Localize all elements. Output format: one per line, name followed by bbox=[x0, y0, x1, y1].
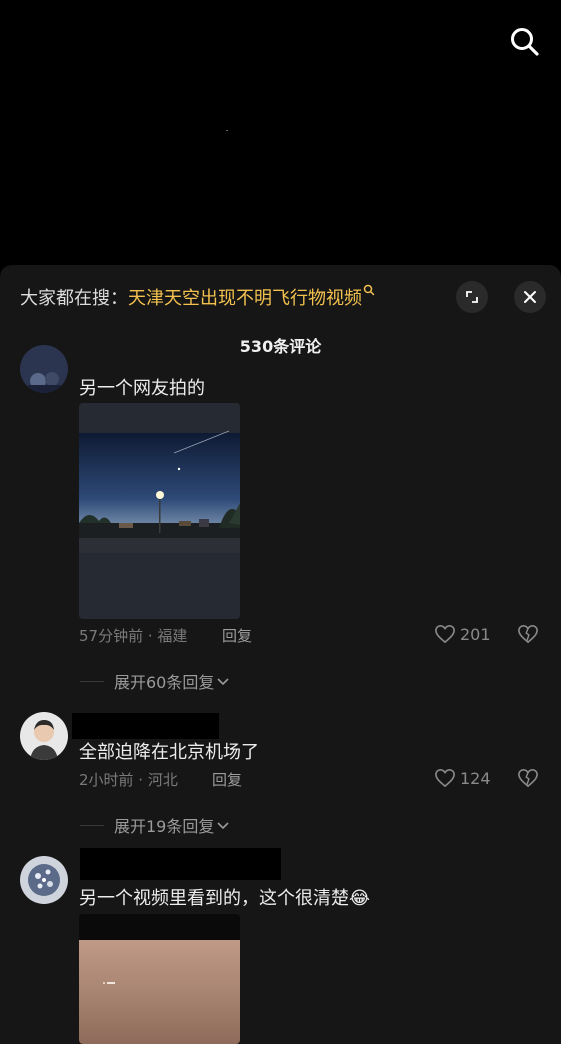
hot-search-keyword[interactable]: 天津天空出现不明飞行物视频 bbox=[128, 288, 362, 309]
avatar[interactable] bbox=[20, 856, 68, 904]
search-icon bbox=[511, 28, 539, 56]
like-count: 124 bbox=[460, 768, 491, 788]
username-redacted bbox=[72, 713, 219, 739]
expand-replies-label: 展开19条回复 bbox=[114, 817, 215, 836]
video-speck bbox=[226, 130, 228, 131]
avatar[interactable] bbox=[20, 345, 68, 393]
like-button[interactable]: 201 bbox=[434, 624, 491, 644]
chevron-down-icon bbox=[217, 822, 229, 830]
dislike-button[interactable] bbox=[517, 768, 539, 792]
heart-icon bbox=[435, 624, 455, 644]
hot-search-bar[interactable]: 大家都在搜：天津天空出现不明飞行物视频 bbox=[20, 284, 375, 310]
divider-line bbox=[80, 680, 104, 682]
username-redacted bbox=[80, 848, 281, 880]
chevron-down-icon bbox=[217, 678, 229, 686]
expand-icon bbox=[466, 291, 478, 303]
comment-text: 另一个网友拍的 bbox=[79, 378, 205, 399]
expand-sheet-button[interactable] bbox=[456, 281, 488, 313]
video-player[interactable] bbox=[0, 0, 561, 268]
comment-text: 另一个视频里看到的，这个很清楚😂 bbox=[79, 888, 371, 909]
heart-icon bbox=[435, 768, 455, 788]
dislike-button[interactable] bbox=[517, 624, 539, 648]
laughing-emoji: 😂 bbox=[349, 888, 371, 909]
small-search-icon bbox=[363, 284, 375, 296]
broken-heart-icon bbox=[518, 768, 538, 788]
close-icon bbox=[524, 291, 536, 303]
expand-replies-button[interactable]: 展开19条回复 bbox=[80, 813, 230, 837]
reply-button[interactable]: 回复 bbox=[212, 769, 242, 790]
reply-button[interactable]: 回复 bbox=[222, 625, 252, 646]
divider-line bbox=[80, 824, 104, 826]
comment-text: 全部迫降在北京机场了 bbox=[79, 742, 259, 763]
hot-search-prefix: 大家都在搜： bbox=[20, 288, 128, 309]
expand-replies-button[interactable]: 展开60条回复 bbox=[80, 669, 230, 693]
comments-sheet: 大家都在搜：天津天空出现不明飞行物视频 530条评论 另一个网友拍的 57分钟前… bbox=[0, 265, 561, 1044]
comment-meta: 2小时前 · 河北 bbox=[79, 771, 178, 789]
search-button[interactable] bbox=[509, 26, 541, 58]
comment-count: 530条评论 bbox=[239, 337, 322, 356]
comment-image[interactable] bbox=[79, 403, 240, 619]
comment-meta: 57分钟前 · 福建 bbox=[79, 627, 188, 645]
close-button[interactable] bbox=[514, 281, 546, 313]
expand-replies-label: 展开60条回复 bbox=[114, 673, 215, 692]
like-count: 201 bbox=[460, 624, 491, 644]
comment-image[interactable] bbox=[79, 914, 240, 1044]
like-button[interactable]: 124 bbox=[434, 768, 491, 788]
avatar[interactable] bbox=[20, 712, 68, 760]
broken-heart-icon bbox=[518, 624, 538, 644]
